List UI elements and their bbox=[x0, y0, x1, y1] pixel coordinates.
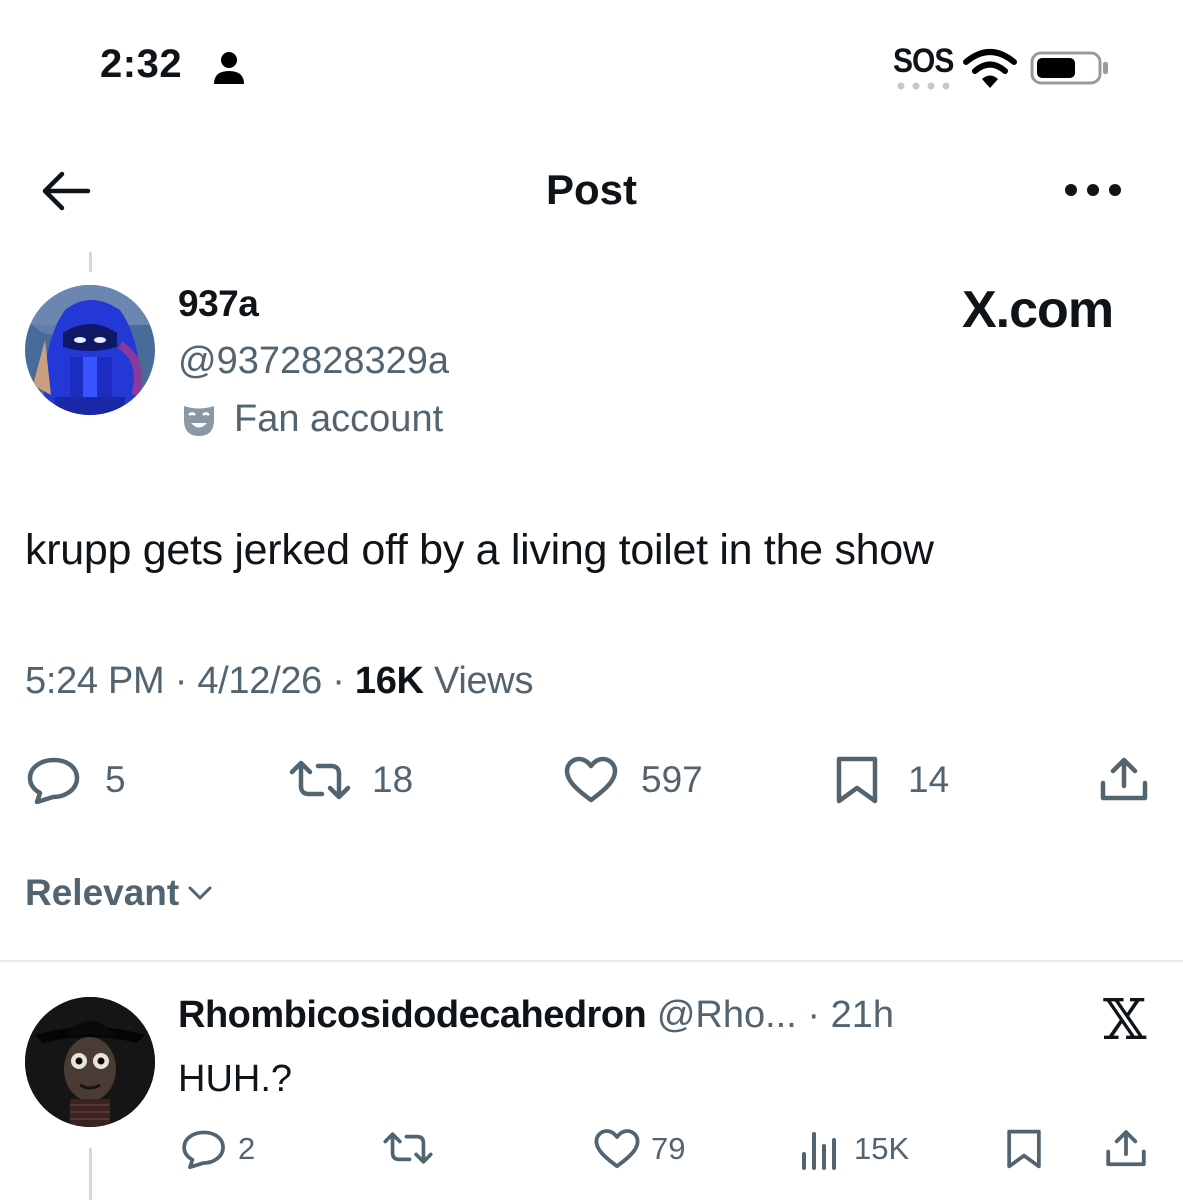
display-name[interactable]: 937a bbox=[178, 283, 259, 325]
meta-separator: · bbox=[807, 994, 821, 1036]
watermark: X.com bbox=[962, 281, 1114, 339]
avatar[interactable] bbox=[25, 997, 155, 1127]
ellipsis-icon[interactable] bbox=[1064, 180, 1122, 200]
meta-separator: · bbox=[174, 660, 188, 702]
bar-chart-icon bbox=[802, 1132, 836, 1170]
like-count: 597 bbox=[641, 759, 703, 800]
chevron-down-icon bbox=[188, 886, 212, 900]
bookmark-button[interactable] bbox=[1005, 1128, 1043, 1170]
repost-button[interactable]: 18 bbox=[288, 756, 413, 804]
reply-count: 5 bbox=[105, 759, 126, 800]
battery-icon bbox=[1030, 51, 1108, 85]
share-icon bbox=[1100, 757, 1148, 801]
post-text: krupp gets jerked off by a living toilet… bbox=[25, 526, 934, 574]
page-title: Post bbox=[545, 166, 637, 213]
share-button[interactable] bbox=[1098, 756, 1150, 804]
views-button[interactable]: 15K bbox=[800, 1128, 909, 1170]
post-date: 4/12/26 bbox=[197, 660, 322, 702]
like-button[interactable]: 597 bbox=[563, 756, 703, 804]
account-label: Fan account bbox=[234, 398, 444, 440]
bookmark-count: 14 bbox=[908, 759, 950, 800]
share-icon bbox=[1106, 1130, 1146, 1167]
heart-icon bbox=[564, 756, 618, 803]
thread-line bbox=[89, 1148, 92, 1200]
reply-count: 2 bbox=[238, 1131, 256, 1166]
reply-age: 21h bbox=[830, 994, 894, 1036]
repost-icon bbox=[383, 1132, 433, 1164]
sort-dropdown[interactable]: Relevant bbox=[25, 872, 213, 914]
repost-icon bbox=[289, 760, 351, 800]
bookmark-button[interactable]: 14 bbox=[834, 756, 949, 804]
sort-label: Relevant bbox=[25, 872, 180, 913]
meta-separator: · bbox=[332, 660, 345, 702]
divider bbox=[0, 960, 1183, 962]
bookmark-icon bbox=[1007, 1129, 1041, 1169]
like-count: 79 bbox=[651, 1131, 686, 1166]
post-meta: 5:24 PM · 4/12/26 · 16K Views bbox=[25, 660, 533, 703]
reply-icon bbox=[182, 1130, 225, 1170]
signal-dots-icon bbox=[897, 82, 950, 90]
reply-handle[interactable]: @Rho... bbox=[657, 994, 797, 1036]
bookmark-icon bbox=[836, 756, 878, 804]
thread-line bbox=[89, 252, 92, 272]
sos-indicator: SOS bbox=[893, 42, 954, 80]
avatar[interactable] bbox=[25, 285, 155, 415]
share-button[interactable] bbox=[1104, 1128, 1148, 1170]
x-logo-icon: 𝕏 bbox=[1103, 988, 1147, 1053]
wifi-icon bbox=[963, 49, 1017, 88]
post-time: 5:24 PM bbox=[25, 660, 165, 702]
repost-button[interactable] bbox=[382, 1128, 434, 1168]
views-count: 16K bbox=[354, 660, 424, 702]
reply-button[interactable]: 2 bbox=[180, 1128, 255, 1170]
status-time: 2:32 bbox=[100, 42, 183, 86]
reply-header: Rhombicosidodecahedron @Rho... · 21h bbox=[178, 994, 894, 1037]
heart-icon bbox=[594, 1129, 640, 1169]
reply-icon bbox=[27, 757, 80, 804]
views-label: Views bbox=[433, 660, 534, 702]
person-icon bbox=[214, 52, 244, 84]
reply-button[interactable]: 5 bbox=[25, 756, 126, 804]
theater-mask-icon bbox=[184, 406, 214, 436]
user-handle[interactable]: @9372828329a bbox=[178, 340, 449, 383]
like-button[interactable]: 79 bbox=[593, 1128, 685, 1170]
reply-display-name[interactable]: Rhombicosidodecahedron bbox=[178, 994, 647, 1036]
reply-text: HUH.? bbox=[178, 1058, 293, 1100]
repost-count: 18 bbox=[372, 759, 414, 800]
views-count: 15K bbox=[854, 1131, 910, 1166]
